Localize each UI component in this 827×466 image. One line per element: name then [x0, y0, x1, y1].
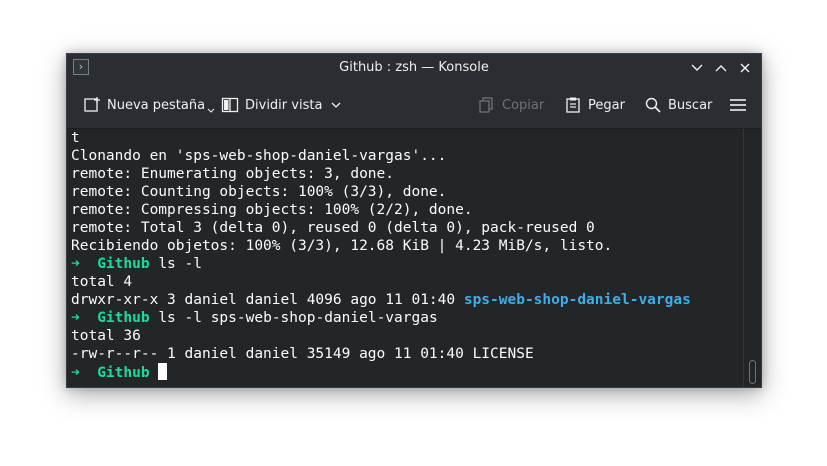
- prompt-line: ➜ Github ls -l sps-web-shop-daniel-varga…: [71, 309, 438, 327]
- split-view-label: Dividir vista: [245, 97, 323, 113]
- terminal-line: Clonando en 'sps-web-shop-daniel-vargas'…: [71, 148, 447, 164]
- prompt-line: ➜ Github ls -l: [71, 255, 202, 273]
- close-button[interactable]: [735, 58, 755, 78]
- copy-label: Copiar: [502, 97, 545, 113]
- title-bar[interactable]: › Github : zsh — Konsole: [67, 54, 761, 82]
- listing-row: drwxr-xr-x 3 daniel daniel 4096 ago 11 0…: [71, 291, 691, 309]
- new-tab-icon: [84, 97, 100, 112]
- toolbar: Nueva pestaña Dividir vista Copiar Pegar…: [67, 82, 761, 129]
- new-tab-label: Nueva pestaña: [107, 97, 206, 113]
- terminal-line: total 36: [71, 328, 141, 344]
- terminal-output[interactable]: t Clonando en 'sps-web-shop-daniel-varga…: [67, 129, 743, 387]
- hamburger-menu-icon: [730, 99, 746, 111]
- terminal-line: remote: Compressing objects: 100% (2/2),…: [71, 202, 473, 218]
- search-icon: [645, 97, 661, 113]
- terminal-line: t: [71, 130, 80, 146]
- command-text: ls -l: [158, 256, 202, 272]
- prompt-arrow: ➜: [71, 256, 80, 272]
- prompt-directory: Github: [97, 256, 150, 272]
- terminal-line: remote: Enumerating objects: 3, done.: [71, 166, 395, 182]
- chevron-down-icon: [207, 108, 215, 113]
- terminal-line: total 4: [71, 274, 133, 290]
- listing-row: -rw-r--r-- 1 daniel daniel 35149 ago 11 …: [71, 346, 534, 362]
- terminal-line: remote: Total 3 (delta 0), reused 0 (del…: [71, 220, 595, 236]
- search-button[interactable]: Buscar: [644, 94, 712, 116]
- search-label: Buscar: [668, 97, 713, 113]
- split-view-button[interactable]: Dividir vista: [221, 94, 342, 116]
- minimize-button[interactable]: [687, 58, 707, 78]
- menu-button[interactable]: [729, 94, 747, 116]
- window-title: Github : zsh — Konsole: [339, 60, 489, 75]
- active-prompt-line[interactable]: ➜ Github: [71, 363, 168, 381]
- copy-button[interactable]: Copiar: [478, 94, 544, 116]
- prompt-directory: Github: [97, 365, 150, 381]
- vertical-scrollbar[interactable]: [743, 129, 761, 387]
- paste-icon: [566, 97, 580, 113]
- copy-icon: [479, 97, 493, 113]
- paste-button[interactable]: Pegar: [564, 94, 625, 116]
- terminal-line: Recibiendo objetos: 100% (3/3), 12.68 Ki…: [71, 238, 613, 254]
- text-cursor: [158, 363, 168, 380]
- terminal-line: remote: Counting objects: 100% (3/3), do…: [71, 184, 447, 200]
- listing-details: drwxr-xr-x 3 daniel daniel 4096 ago 11 0…: [71, 292, 456, 308]
- close-icon: [740, 63, 750, 73]
- chevron-down-icon: [331, 102, 341, 108]
- new-tab-button[interactable]: Nueva pestaña: [83, 94, 215, 116]
- prompt-directory: Github: [97, 310, 150, 326]
- prompt-arrow: ➜: [71, 365, 80, 381]
- split-view-icon: [221, 97, 239, 113]
- konsole-window: › Github : zsh — Konsole Nueva pestaña D…: [66, 53, 762, 388]
- chevron-down-icon: [691, 64, 703, 71]
- paste-label: Pegar: [588, 97, 625, 113]
- directory-name: sps-web-shop-daniel-vargas: [463, 292, 691, 308]
- maximize-button[interactable]: [711, 58, 731, 78]
- command-text: ls -l sps-web-shop-daniel-vargas: [158, 310, 438, 326]
- chevron-up-icon: [715, 65, 727, 72]
- prompt-arrow: ➜: [71, 310, 80, 326]
- scrollbar-thumb[interactable]: [749, 360, 756, 384]
